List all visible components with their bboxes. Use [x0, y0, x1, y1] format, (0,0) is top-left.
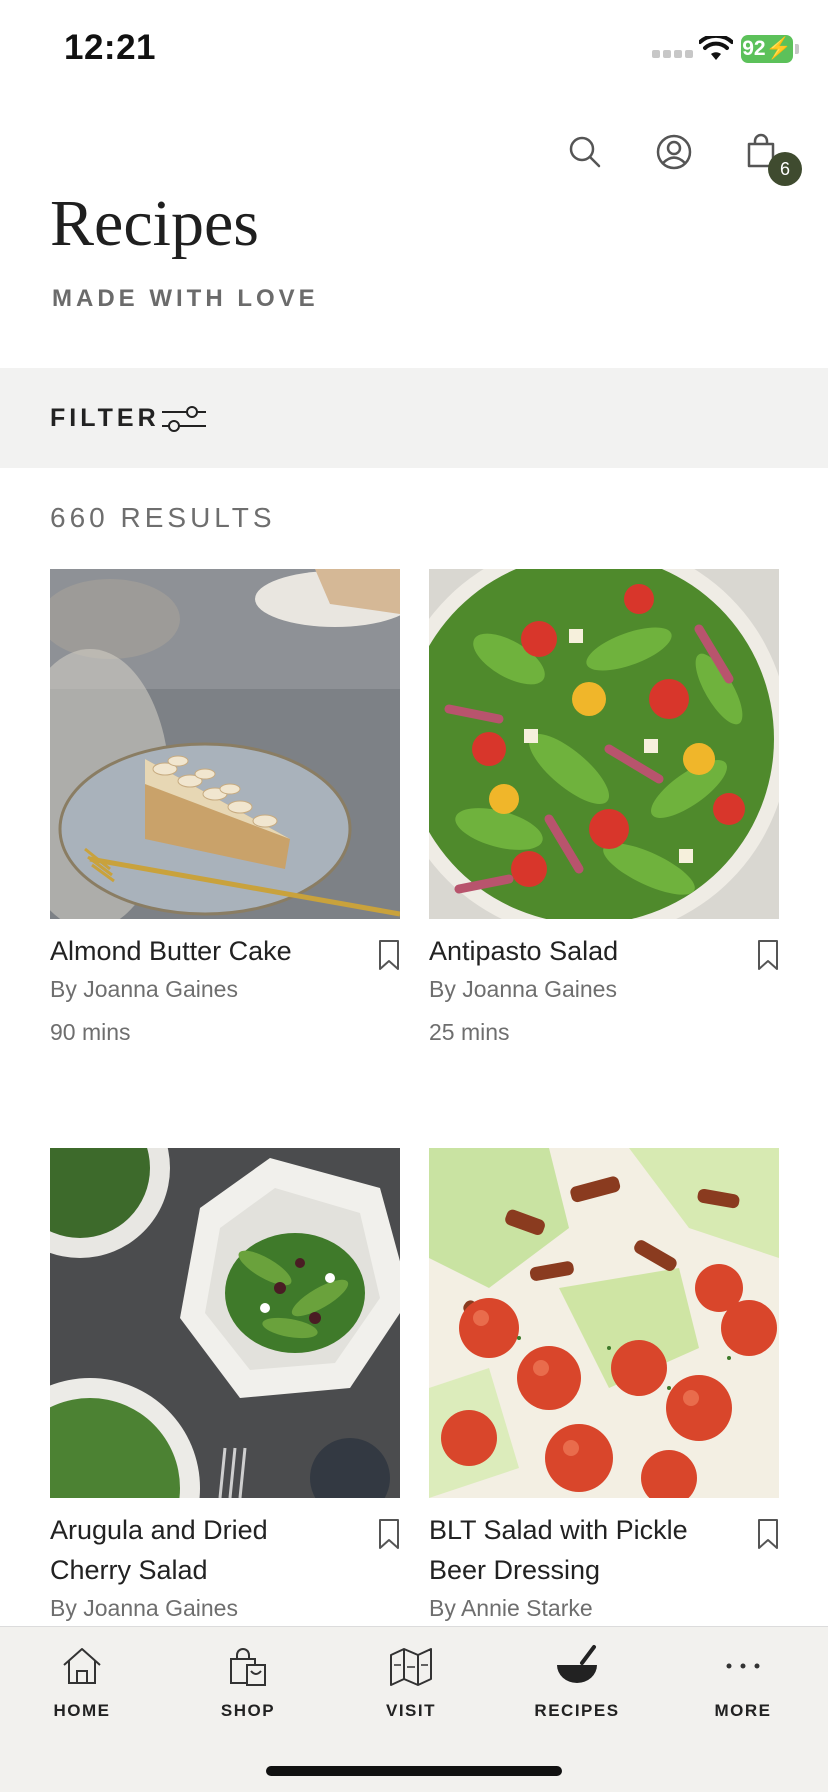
recipe-image-arugula-cherry-salad[interactable]: [50, 1148, 400, 1498]
recipe-author: By Joanna Gaines: [50, 1595, 238, 1621]
filter-label[interactable]: FILTER: [50, 404, 160, 433]
cart-count-badge[interactable]: 6: [768, 152, 802, 186]
page-title: Recipes: [50, 187, 259, 260]
bookmark-icon[interactable]: [378, 1518, 400, 1550]
tab-shop[interactable]: SHOP: [188, 1643, 308, 1721]
recipe-card[interactable]: Almond Butter Cake By Joanna Gaines 90 m…: [50, 569, 400, 1045]
map-icon[interactable]: [388, 1643, 434, 1689]
filter-sliders-icon[interactable]: [160, 404, 208, 434]
filter-bar[interactable]: FILTER: [0, 368, 828, 468]
bookmark-icon[interactable]: [757, 939, 779, 971]
recipe-author: By Annie Starke: [429, 1595, 593, 1621]
wifi-icon: [699, 36, 733, 60]
more-dots-icon[interactable]: [720, 1643, 766, 1689]
home-icon[interactable]: [59, 1643, 105, 1689]
recipe-image-blt-salad[interactable]: [429, 1148, 779, 1498]
tab-label[interactable]: VISIT: [351, 1701, 471, 1721]
tab-label[interactable]: RECIPES: [517, 1701, 637, 1721]
home-indicator[interactable]: [266, 1766, 562, 1776]
recipe-time: 90 mins: [50, 1019, 131, 1045]
tab-visit[interactable]: VISIT: [351, 1643, 471, 1721]
status-time: 12:21: [64, 28, 157, 67]
account-icon[interactable]: [654, 132, 694, 172]
page-subtitle: MADE WITH LOVE: [52, 285, 319, 312]
shopping-bag-icon[interactable]: [225, 1643, 271, 1689]
battery-level: 92: [742, 37, 766, 60]
bookmark-icon[interactable]: [378, 939, 400, 971]
battery-indicator: 92 ⚡: [741, 35, 793, 63]
recipe-title[interactable]: Arugula and Dried Cherry Salad: [50, 1510, 350, 1590]
recipe-time: 25 mins: [429, 1019, 510, 1045]
tab-label[interactable]: MORE: [683, 1701, 803, 1721]
recipe-title[interactable]: BLT Salad with Pickle Beer Dressing: [429, 1510, 729, 1590]
recipe-author: By Joanna Gaines: [50, 976, 238, 1002]
tab-label[interactable]: SHOP: [188, 1701, 308, 1721]
recipe-card[interactable]: BLT Salad with Pickle Beer Dressing By A…: [429, 1148, 779, 1621]
recipe-card[interactable]: Antipasto Salad By Joanna Gaines 25 mins: [429, 569, 779, 1045]
recipe-image-antipasto-salad[interactable]: [429, 569, 779, 919]
recipe-author: By Joanna Gaines: [429, 976, 617, 1002]
charging-bolt-icon: ⚡: [765, 37, 792, 60]
results-count: 660 RESULTS: [50, 502, 276, 533]
recipe-image-almond-butter-cake[interactable]: [50, 569, 400, 919]
recipe-title[interactable]: Antipasto Salad: [429, 931, 729, 971]
tab-home[interactable]: HOME: [22, 1643, 142, 1721]
cellular-signal-icon: [652, 50, 693, 58]
battery-cap: [795, 44, 799, 54]
mortar-bowl-icon[interactable]: [554, 1643, 600, 1689]
recipe-title[interactable]: Almond Butter Cake: [50, 931, 350, 971]
bookmark-icon[interactable]: [757, 1518, 779, 1550]
status-bar: 12:21 92 ⚡: [0, 0, 828, 100]
recipe-card[interactable]: Arugula and Dried Cherry Salad By Joanna…: [50, 1148, 400, 1621]
tab-label[interactable]: HOME: [22, 1701, 142, 1721]
tab-recipes[interactable]: RECIPES: [517, 1643, 637, 1721]
tab-more[interactable]: MORE: [683, 1643, 803, 1721]
search-icon[interactable]: [565, 132, 605, 172]
